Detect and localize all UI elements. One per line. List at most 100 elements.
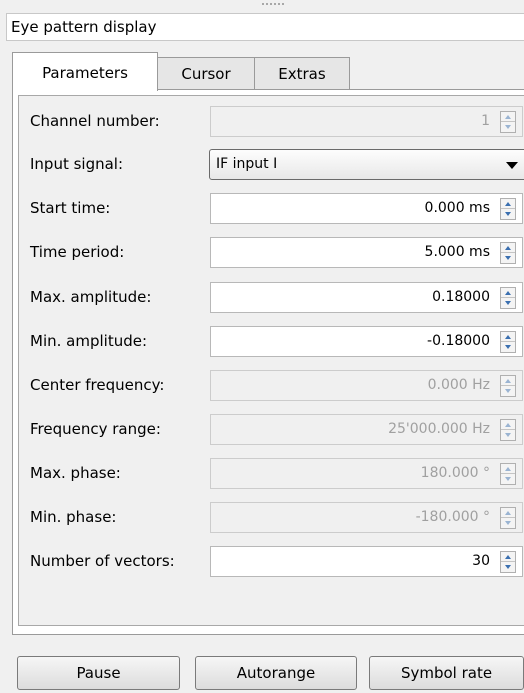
param-row-time-period: Time period: 5.000 ms [19, 237, 524, 269]
max-amplitude-label: Max. amplitude: [30, 288, 152, 306]
min-amplitude-spinbox[interactable]: -0.18000 [210, 326, 523, 357]
tab-parameters[interactable]: Parameters [12, 52, 158, 91]
spin-down-button[interactable] [501, 430, 515, 440]
spin-down-button[interactable] [501, 253, 515, 263]
arrow-up-icon [505, 511, 511, 515]
spin-up-button[interactable] [501, 464, 515, 474]
param-row-channel-number: Channel number: 1 [19, 106, 524, 138]
center-frequency-label: Center frequency: [30, 376, 165, 394]
param-row-input-signal: Input signal: IF input I [19, 149, 524, 181]
max-amplitude-spinbox[interactable]: 0.18000 [210, 282, 523, 313]
min-phase-label: Min. phase: [30, 508, 117, 526]
spin-up-button[interactable] [501, 552, 515, 562]
center-frequency-spinbox[interactable]: 0.000 Hz [210, 370, 523, 401]
spin-down-button[interactable] [501, 298, 515, 308]
spin-up-button[interactable] [501, 420, 515, 430]
param-row-center-frequency: Center frequency: 0.000 Hz [19, 370, 524, 402]
arrow-down-icon [505, 212, 511, 216]
grip-dots[interactable] [262, 3, 284, 7]
arrow-down-icon [505, 389, 511, 393]
dropdown-arrow-icon [506, 162, 518, 169]
param-row-max-amplitude: Max. amplitude: 0.18000 [19, 282, 524, 314]
channel-number-spinbox[interactable]: 1 [210, 106, 523, 137]
arrow-up-icon [505, 335, 511, 339]
arrow-down-icon [505, 125, 511, 129]
spin-up-button[interactable] [501, 199, 515, 209]
pause-button[interactable]: Pause [17, 656, 180, 690]
param-row-number-of-vectors: Number of vectors: 30 [19, 546, 524, 578]
spin-up-button[interactable] [501, 376, 515, 386]
max-phase-label: Max. phase: [30, 464, 121, 482]
time-period-stepper[interactable] [500, 242, 516, 264]
time-period-label: Time period: [30, 243, 125, 261]
min-amplitude-stepper[interactable] [500, 331, 516, 353]
spin-down-button[interactable] [501, 518, 515, 528]
number-of-vectors-stepper[interactable] [500, 551, 516, 573]
spin-up-button[interactable] [501, 112, 515, 122]
center-frequency-value: 0.000 Hz [427, 377, 490, 393]
window-title: Eye pattern display [11, 18, 157, 36]
param-row-max-phase: Max. phase: 180.000 ° [19, 458, 524, 490]
channel-number-value: 1 [481, 113, 490, 129]
frequency-range-label: Frequency range: [30, 420, 161, 438]
start-time-stepper[interactable] [500, 198, 516, 220]
arrow-up-icon [505, 555, 511, 559]
tab-cursor[interactable]: Cursor [157, 57, 255, 90]
dock-title-bar: Eye pattern display [6, 13, 524, 41]
arrow-up-icon [505, 379, 511, 383]
min-phase-stepper[interactable] [500, 507, 516, 529]
arrow-up-icon [505, 115, 511, 119]
spin-down-button[interactable] [501, 122, 515, 132]
center-frequency-stepper[interactable] [500, 375, 516, 397]
number-of-vectors-label: Number of vectors: [30, 552, 175, 570]
arrow-down-icon [505, 433, 511, 437]
time-period-spinbox[interactable]: 5.000 ms [210, 237, 523, 268]
channel-number-stepper[interactable] [500, 111, 516, 133]
spin-down-button[interactable] [501, 474, 515, 484]
arrow-down-icon [505, 301, 511, 305]
max-amplitude-stepper[interactable] [500, 287, 516, 309]
min-phase-value: -180.000 ° [415, 509, 490, 525]
spin-up-button[interactable] [501, 508, 515, 518]
symbol-rate-button[interactable]: Symbol rate [369, 656, 524, 690]
input-signal-label: Input signal: [30, 155, 124, 173]
parameters-panel: Channel number: 1 Input signal: IF input… [12, 89, 524, 635]
arrow-up-icon [505, 202, 511, 206]
max-amplitude-value: 0.18000 [432, 289, 490, 305]
number-of-vectors-value: 30 [472, 553, 490, 569]
channel-number-label: Channel number: [30, 112, 160, 130]
autorange-button[interactable]: Autorange [195, 656, 357, 690]
spin-down-button[interactable] [501, 209, 515, 219]
spin-up-button[interactable] [501, 332, 515, 342]
min-phase-spinbox[interactable]: -180.000 ° [210, 502, 523, 533]
frequency-range-spinbox[interactable]: 25'000.000 Hz [210, 414, 523, 445]
max-phase-value: 180.000 ° [420, 465, 490, 481]
arrow-up-icon [505, 291, 511, 295]
arrow-up-icon [505, 246, 511, 250]
spin-down-button[interactable] [501, 562, 515, 572]
arrow-down-icon [505, 565, 511, 569]
arrow-down-icon [505, 345, 511, 349]
time-period-value: 5.000 ms [424, 244, 490, 260]
start-time-spinbox[interactable]: 0.000 ms [210, 193, 523, 224]
arrow-up-icon [505, 423, 511, 427]
spin-down-button[interactable] [501, 386, 515, 396]
max-phase-stepper[interactable] [500, 463, 516, 485]
max-phase-spinbox[interactable]: 180.000 ° [210, 458, 523, 489]
frequency-range-value: 25'000.000 Hz [388, 421, 490, 437]
input-signal-dropdown[interactable]: IF input I [209, 149, 524, 180]
spin-up-button[interactable] [501, 243, 515, 253]
parameters-group: Channel number: 1 Input signal: IF input… [18, 95, 524, 626]
spin-down-button[interactable] [501, 342, 515, 352]
tab-extras[interactable]: Extras [254, 57, 350, 90]
min-amplitude-value: -0.18000 [427, 333, 490, 349]
frequency-range-stepper[interactable] [500, 419, 516, 441]
param-row-min-phase: Min. phase: -180.000 ° [19, 502, 524, 534]
spin-up-button[interactable] [501, 288, 515, 298]
param-row-min-amplitude: Min. amplitude: -0.18000 [19, 326, 524, 358]
number-of-vectors-spinbox[interactable]: 30 [210, 546, 523, 577]
dock-grip[interactable] [0, 0, 524, 10]
input-signal-value: IF input I [216, 156, 278, 172]
min-amplitude-label: Min. amplitude: [30, 332, 148, 350]
start-time-label: Start time: [30, 199, 111, 217]
